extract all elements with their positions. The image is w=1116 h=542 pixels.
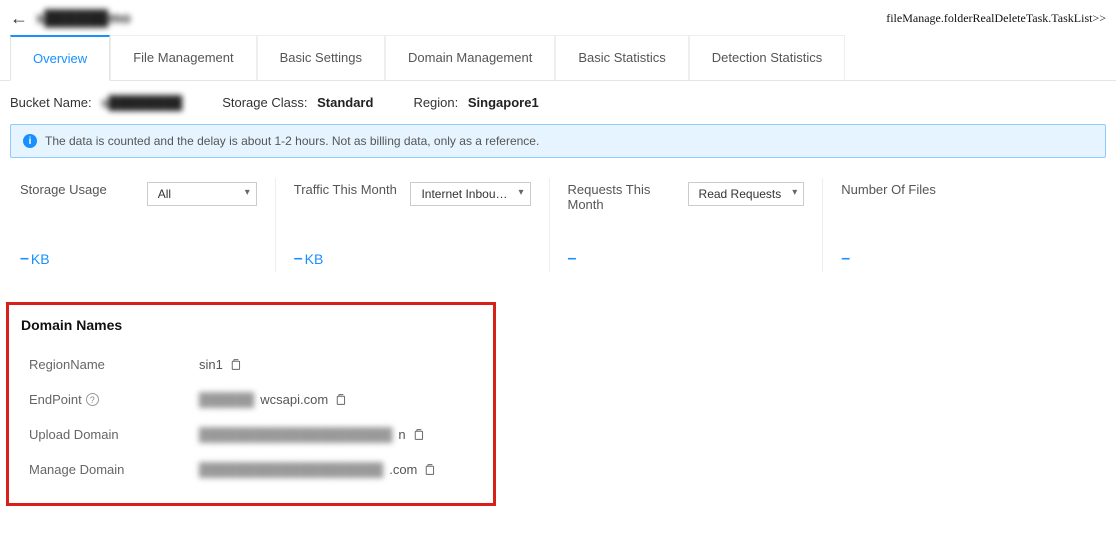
stat-head: Requests This Month Read Requests	[568, 182, 805, 226]
stat-unit: KB	[305, 251, 324, 267]
stat-value: – KB	[294, 250, 531, 268]
stat-value: – KB	[20, 250, 257, 268]
copy-icon[interactable]	[334, 393, 347, 406]
domain-label: EndPoint ?	[29, 392, 199, 407]
info-icon: i	[23, 134, 37, 148]
domain-row-manage-domain: Manage Domain ████████████████████.com	[21, 452, 481, 487]
traffic-select[interactable]: Internet Inbou…	[410, 182, 530, 206]
alert-text: The data is counted and the delay is abo…	[45, 134, 539, 148]
domain-label: RegionName	[29, 357, 199, 372]
header-left: ← s██████mo	[10, 8, 131, 29]
domain-row-regionname: RegionName sin1	[21, 347, 481, 382]
stats-row: Storage Usage All – KB Traffic This Mont…	[0, 172, 1116, 292]
domain-value: ██████wcsapi.com	[199, 392, 347, 407]
stat-requests-this-month: Requests This Month Read Requests –	[550, 178, 824, 272]
storage-class-label: Storage Class:	[222, 95, 307, 110]
stat-dash: –	[841, 250, 850, 268]
domain-value: sin1	[199, 357, 242, 372]
domain-names-section: Domain Names RegionName sin1 EndPoint ? …	[6, 302, 496, 506]
tab-detection-statistics[interactable]: Detection Statistics	[689, 35, 846, 80]
tab-bar: Overview File Management Basic Settings …	[0, 35, 1116, 81]
stat-value: –	[841, 250, 1078, 268]
storage-usage-select[interactable]: All	[147, 182, 257, 206]
stat-dash: –	[294, 250, 303, 268]
domain-row-endpoint: EndPoint ? ██████wcsapi.com	[21, 382, 481, 417]
back-arrow-icon[interactable]: ←	[10, 8, 28, 29]
bucket-name-value: s████████	[101, 95, 182, 110]
domain-label: Manage Domain	[29, 462, 199, 477]
requests-select[interactable]: Read Requests	[688, 182, 805, 206]
tab-domain-management[interactable]: Domain Management	[385, 35, 555, 80]
stat-head: Storage Usage All	[20, 182, 257, 226]
copy-icon[interactable]	[229, 358, 242, 371]
storage-class: Storage Class: Standard	[222, 95, 373, 110]
region-value: Singapore1	[468, 95, 539, 110]
domain-names-title: Domain Names	[21, 317, 481, 333]
storage-class-value: Standard	[317, 95, 373, 110]
page-header: ← s██████mo fileManage.folderRealDeleteT…	[0, 0, 1116, 35]
tab-basic-statistics[interactable]: Basic Statistics	[555, 35, 688, 80]
stat-storage-usage: Storage Usage All – KB	[20, 178, 276, 272]
tab-overview[interactable]: Overview	[10, 35, 110, 81]
stat-traffic-this-month: Traffic This Month Internet Inbou… – KB	[276, 178, 550, 272]
bucket-info-row: Bucket Name: s████████ Storage Class: St…	[0, 81, 1116, 120]
stat-dash: –	[20, 250, 29, 268]
domain-label: Upload Domain	[29, 427, 199, 442]
page-title: s██████mo	[36, 10, 131, 27]
domain-value: █████████████████████n	[199, 427, 425, 442]
stat-dash: –	[568, 250, 577, 268]
domain-value: ████████████████████.com	[199, 462, 436, 477]
stat-unit: KB	[31, 251, 50, 267]
copy-icon[interactable]	[423, 463, 436, 476]
domain-row-upload-domain: Upload Domain █████████████████████n	[21, 417, 481, 452]
tab-basic-settings[interactable]: Basic Settings	[257, 35, 385, 80]
region-label: Region:	[413, 95, 458, 110]
bucket-name-label: Bucket Name:	[10, 95, 92, 110]
stat-head: Number Of Files	[841, 182, 1078, 226]
info-alert: i The data is counted and the delay is a…	[10, 124, 1106, 158]
stat-number-of-files: Number Of Files –	[823, 178, 1096, 272]
stat-head: Traffic This Month Internet Inbou…	[294, 182, 531, 226]
stat-label: Number Of Files	[841, 182, 936, 197]
stat-label: Storage Usage	[20, 182, 107, 197]
stat-label: Requests This Month	[568, 182, 678, 212]
help-icon[interactable]: ?	[86, 393, 99, 406]
region: Region: Singapore1	[413, 95, 538, 110]
copy-icon[interactable]	[412, 428, 425, 441]
header-right-link[interactable]: fileManage.folderRealDeleteTask.TaskList…	[886, 11, 1106, 26]
stat-label: Traffic This Month	[294, 182, 397, 197]
stat-value: –	[568, 250, 805, 268]
bucket-name: Bucket Name: s████████	[10, 95, 182, 110]
tab-file-management[interactable]: File Management	[110, 35, 256, 80]
